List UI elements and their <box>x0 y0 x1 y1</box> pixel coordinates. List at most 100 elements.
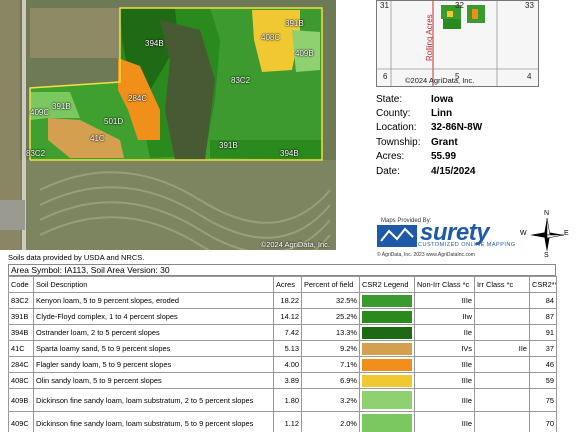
info-key: County: <box>376 108 411 120</box>
soil-label: 83C2 <box>26 149 46 158</box>
area-symbol-header: Area Symbol: IA113, Soil Area Version: 3… <box>8 264 556 276</box>
soils-table: Code Soil Description Acres Percent of f… <box>8 276 557 432</box>
soil-nonirr-class: IIIe <box>414 292 475 309</box>
soil-description: Kenyon loam, 5 to 9 percent slopes, erod… <box>33 292 274 309</box>
soil-acres: 18.22 <box>273 292 302 309</box>
soil-description: Flagler sandy loam, 5 to 9 percent slope… <box>33 356 274 373</box>
soil-irr-class <box>474 356 530 373</box>
info-value: 32-86N-8W <box>431 122 483 134</box>
column-header: CSR2 Legend <box>359 276 415 293</box>
soil-csr2: 84 <box>529 292 557 309</box>
soil-label: 391B <box>219 141 238 150</box>
soil-description: Dickinson fine sandy loam, loam substrat… <box>33 388 274 412</box>
table-row: 391B Clyde-Floyd complex, 1 to 4 percent… <box>8 308 557 325</box>
soil-nonirr-class: IIe <box>414 324 475 341</box>
info-key: Date: <box>376 165 400 177</box>
csr2-legend-cell <box>359 292 415 309</box>
soil-nonirr-class: IVs <box>414 340 475 357</box>
compass-rose-icon: N S E W <box>520 210 569 259</box>
soil-description: Dickinson fine sandy loam, loam substrat… <box>33 411 274 432</box>
column-header: Percent of field <box>301 276 360 293</box>
soil-label: 394B <box>280 149 299 158</box>
soil-csr2: 75 <box>529 388 557 412</box>
soil-label: 41C <box>90 134 105 143</box>
column-header: Soil Description <box>33 276 274 293</box>
info-key: State: <box>376 93 403 105</box>
soil-irr-class <box>474 372 530 389</box>
csr2-swatch <box>362 342 412 355</box>
soil-code: 83C2 <box>8 292 34 309</box>
soil-code: 409C <box>8 411 34 432</box>
provider-copyright: © AgriData, Inc. 2023 www.AgriDataInc.co… <box>377 252 475 258</box>
table-row: 83C2 Kenyon loam, 5 to 9 percent slopes,… <box>8 292 557 309</box>
csr2-legend-cell <box>359 411 415 432</box>
csr2-swatch <box>362 414 412 432</box>
info-value: Linn <box>431 108 453 120</box>
info-key: Location: <box>376 122 417 134</box>
csr2-legend-cell <box>359 372 415 389</box>
info-row-state: State: Iowa <box>376 92 556 106</box>
csr2-swatch <box>362 391 412 409</box>
csr2-swatch <box>362 326 412 339</box>
soil-description: Clyde-Floyd complex, 1 to 4 percent slop… <box>33 308 274 325</box>
csr2-swatch <box>362 374 412 387</box>
table-row: 41C Sparta loamy sand, 5 to 9 percent sl… <box>8 340 557 357</box>
soil-label: 83C2 <box>231 76 251 85</box>
soil-nonirr-class: IIIe <box>414 411 475 432</box>
soil-acres: 14.12 <box>273 308 302 325</box>
soil-description: Ostrander loam, 2 to 5 percent slopes <box>33 324 274 341</box>
soil-irr-class: IIe <box>474 340 530 357</box>
soil-percent: 2.0% <box>301 411 360 432</box>
info-row-location: Location: 32-86N-8W <box>376 121 556 135</box>
soil-acres: 7.42 <box>273 324 302 341</box>
table-row: 394B Ostrander loam, 2 to 5 percent slop… <box>8 324 557 341</box>
aerial-soil-map[interactable]: 394B 408C 391B 409B 83C2 284C 409C 391B … <box>0 0 336 250</box>
soil-irr-class <box>474 308 530 325</box>
info-row-acres: Acres: 55.99 <box>376 150 556 164</box>
soil-acres: 1.12 <box>273 411 302 432</box>
compass-e: E <box>564 230 569 237</box>
soil-nonirr-class: IIw <box>414 308 475 325</box>
column-header: Non-Irr Class *c <box>414 276 475 293</box>
soil-csr2: 37 <box>529 340 557 357</box>
section-number: 4 <box>527 72 532 81</box>
csr2-legend-cell <box>359 340 415 357</box>
soil-nonirr-class: IIIe <box>414 372 475 389</box>
aerial-copyright: ©2024 AgriData, Inc. <box>260 240 330 249</box>
soil-acres: 5.13 <box>273 340 302 357</box>
csr2-swatch <box>362 358 412 371</box>
soil-map-graphic <box>0 0 336 250</box>
soil-csr2: 70 <box>529 411 557 432</box>
soil-description: Sparta loamy sand, 5 to 9 percent slopes <box>33 340 274 357</box>
compass-w: W <box>520 230 527 237</box>
soil-irr-class <box>474 292 530 309</box>
soil-csr2: 59 <box>529 372 557 389</box>
column-header: Irr Class *c <box>474 276 530 293</box>
info-value: 55.99 <box>431 151 457 163</box>
soil-percent: 9.2% <box>301 340 360 357</box>
soil-percent: 25.2% <box>301 308 360 325</box>
info-value: 4/15/2024 <box>431 165 476 177</box>
csr2-swatch <box>362 310 412 323</box>
soil-irr-class <box>474 411 530 432</box>
field-info-panel: State: Iowa County: Linn Location: 32-86… <box>376 92 556 178</box>
compass-s: S <box>544 252 549 259</box>
soil-nonirr-class: IIIe <box>414 356 475 373</box>
soil-percent: 13.3% <box>301 324 360 341</box>
column-header: CSR2** <box>529 276 557 293</box>
soil-percent: 3.2% <box>301 388 360 412</box>
soil-description: Olin sandy loam, 5 to 9 percent slopes <box>33 372 274 389</box>
soil-label: 394B <box>145 39 164 48</box>
soil-irr-class <box>474 388 530 412</box>
soil-acres: 1.80 <box>273 388 302 412</box>
soil-label: 501D <box>104 117 124 126</box>
csr2-legend-cell <box>359 356 415 373</box>
table-header-row: Code Soil Description Acres Percent of f… <box>8 276 557 293</box>
soil-code: 284C <box>8 356 34 373</box>
surety-logo-icon <box>377 225 417 247</box>
table-row: 408C Olin sandy loam, 5 to 9 percent slo… <box>8 372 557 389</box>
section-number: 31 <box>380 1 389 10</box>
soil-acres: 3.89 <box>273 372 302 389</box>
inset-location-map[interactable]: 31 32 33 6 5 4 Rolling Acres ©2024 AgriD… <box>376 0 539 87</box>
info-key: Township: <box>376 136 421 148</box>
